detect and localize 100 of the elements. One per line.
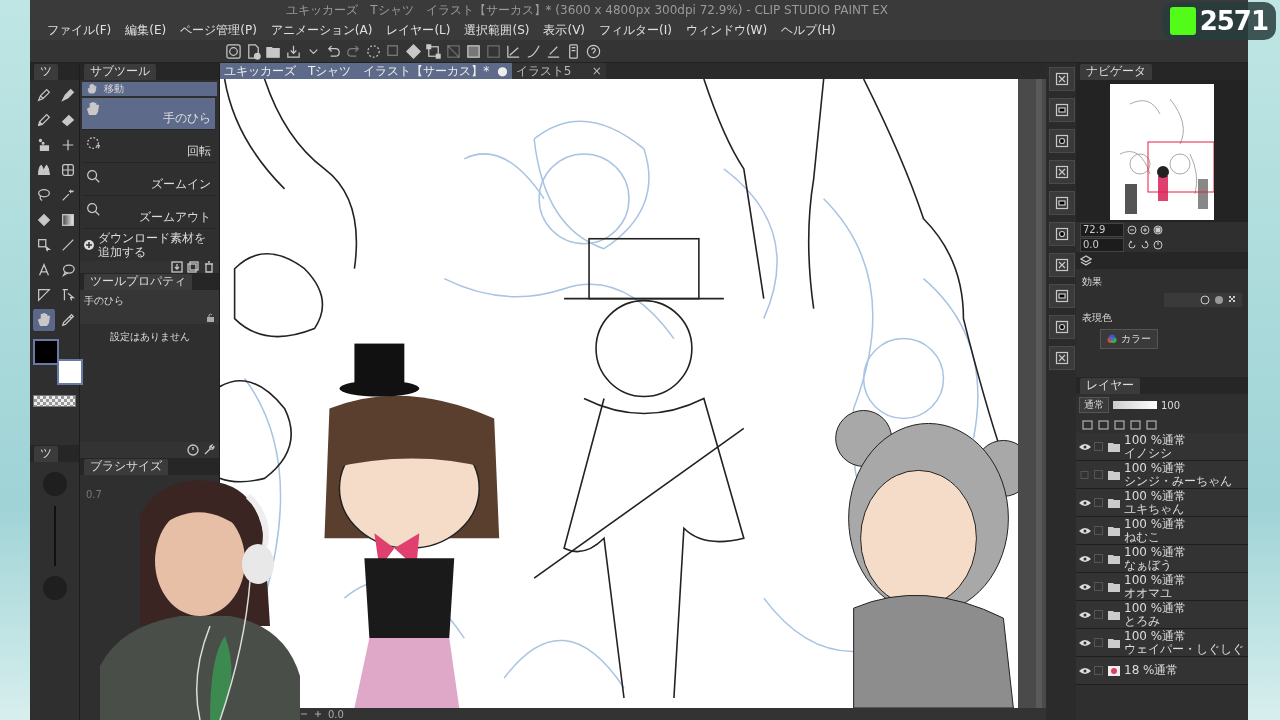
app-logo-icon[interactable] [225,42,242,60]
layers-icon[interactable] [1080,254,1092,267]
menu-item[interactable]: ページ管理(P) [173,21,264,39]
menu-item[interactable]: レイヤー(L) [379,21,458,39]
circle-icon[interactable] [1200,295,1210,305]
fit-icon[interactable] [1153,224,1163,235]
layer-mode: 100 %通常 [1124,461,1188,475]
eye-icon[interactable] [1079,498,1091,507]
eye-icon[interactable] [1079,582,1091,591]
subtool-item[interactable]: ズームイン [82,164,215,196]
crossed-box-icon [1055,72,1069,86]
wrench-icon[interactable] [203,444,215,456]
tone-icon[interactable] [1214,295,1224,305]
fill-icon[interactable] [405,42,422,60]
layer-name: オオマユ [1124,586,1173,600]
duplicate-icon[interactable] [187,261,199,273]
layer-name: シンジ・みーちゃん [1124,474,1232,488]
document-tab[interactable]: イラスト5 × [511,63,606,79]
layer-row[interactable]: 100 %通常 シンジ・みーちゃん [1076,461,1248,489]
subtool-label: ズームイン [151,175,212,193]
eye-icon[interactable] [1079,610,1091,619]
opacity-slider[interactable] [1113,401,1157,409]
eye-icon[interactable] [1079,554,1091,563]
menu-item[interactable]: ファイル(F) [40,21,119,39]
menu-item[interactable]: 表示(V) [536,21,593,39]
layer-row[interactable]: 100 %通常 なぁぼう [1076,545,1248,573]
panel-tab[interactable]: ブラシサイズ [84,458,168,475]
menu-item[interactable]: ヘルプ(H) [774,21,843,39]
rotate-right-icon[interactable] [1140,239,1150,250]
add-material-button[interactable]: ダウンロード素材を追加する [80,229,219,261]
zoom-in-icon[interactable] [1140,224,1150,235]
panel-icon-button[interactable] [1049,253,1075,277]
zoom-icon [85,200,101,217]
subtool-item[interactable]: 手のひら [82,98,215,130]
eye-icon[interactable] [1079,638,1091,647]
angle-field[interactable]: 0.0 [1080,237,1124,252]
layer-row[interactable]: 100 %通常 とろみ [1076,601,1248,629]
panel-icon-button[interactable] [1049,98,1075,122]
menu-item[interactable]: アニメーション(A) [263,21,380,39]
panel-icon-button[interactable] [1049,191,1075,215]
layer-row[interactable]: 100 %通常 オオマユ [1076,573,1248,601]
zoom-field[interactable]: 72.9 [1080,222,1124,237]
panel-icon-button[interactable] [1049,284,1075,308]
subtool-item[interactable]: ズームアウト [82,197,215,229]
panel-tab[interactable]: ツ [34,445,58,462]
eye-icon[interactable] [1079,526,1091,535]
menu-item[interactable]: フィルター(I) [592,21,679,39]
eye-icon[interactable] [1079,442,1091,451]
transform-icon[interactable] [425,42,442,60]
main-color-swatch[interactable] [33,339,59,365]
plus-icon[interactable] [314,710,322,718]
help-icon[interactable] [585,42,602,60]
clear-selection-icon[interactable] [365,42,382,60]
opacity-value[interactable]: 100 [1161,399,1181,411]
layer-row[interactable]: 100 %通常 イノシシ [1076,433,1248,461]
panel-tab[interactable]: ツ [34,63,58,80]
menu-item[interactable]: ウィンドウ(W) [678,21,775,39]
subtool-group[interactable]: 移動 [82,82,217,97]
blend-mode-dropdown[interactable]: 通常 [1079,397,1109,413]
zoom-out-icon[interactable] [1127,224,1137,235]
import-icon[interactable] [171,261,183,273]
new-file-icon[interactable] [245,42,262,60]
layer-row[interactable]: 100 %通常 ウェイパー・しぐしぐ [1076,629,1248,657]
panel-tab[interactable]: サブツール [84,63,156,80]
reset-icon[interactable] [1153,239,1163,250]
square-icon[interactable] [465,42,482,60]
window-title: ユキッカーズ Tシャツ イラスト【サーカス】* (3600 x 4800px 300dpi 72.9%) - CLIP STUDIO PAINT EX [286,1,888,19]
panel-icon-button[interactable] [1049,160,1075,184]
panel-icon-button[interactable] [1049,346,1075,370]
minus-icon[interactable] [300,710,308,718]
cursor-icon [60,287,76,303]
document-tab[interactable]: ユキッカーズ Tシャツ イラスト【サーカス】* ● [220,63,512,79]
sub-color-swatch[interactable] [57,359,83,385]
layer-name: ユキちゃん [1124,502,1184,516]
layer-row[interactable]: 100 %通常 ねむこ [1076,517,1248,545]
reset-icon[interactable] [187,444,199,456]
effect-label: 効果 [1082,276,1102,287]
tool-button[interactable] [33,309,55,331]
panel-icon-button[interactable] [1049,67,1075,91]
dots-icon[interactable] [1228,295,1238,305]
layer-name: ウェイパー・しぐしぐ [1124,642,1244,656]
rotate-icon [85,134,101,151]
panel-tab[interactable]: レイヤー [1080,377,1140,394]
panel-icon-button[interactable] [1049,315,1075,339]
subtool-item[interactable]: 回転 [82,131,215,163]
panel-tab[interactable]: ナビゲータ [1080,63,1152,80]
menu-item[interactable]: 編集(E) [118,21,174,39]
panel-icon-button[interactable] [1049,222,1075,246]
eye-icon[interactable] [1079,666,1091,675]
layer-row[interactable]: 18 %通常 [1076,657,1248,685]
menu-item[interactable]: 選択範囲(S) [457,21,537,39]
layer-row[interactable]: 100 %通常 ユキちゃん [1076,489,1248,517]
layer-mode: 100 %通常 [1124,489,1187,503]
group-label: 移動 [104,82,124,97]
panel-tab[interactable]: ツールプロパティ [84,273,192,290]
framed-circle-icon [1055,227,1069,241]
panel-icon-button[interactable] [1049,129,1075,153]
rotate-left-icon[interactable] [1127,239,1137,250]
transparent-swatch[interactable] [33,395,76,407]
color-mode-dropdown[interactable]: カラー [1100,329,1158,349]
